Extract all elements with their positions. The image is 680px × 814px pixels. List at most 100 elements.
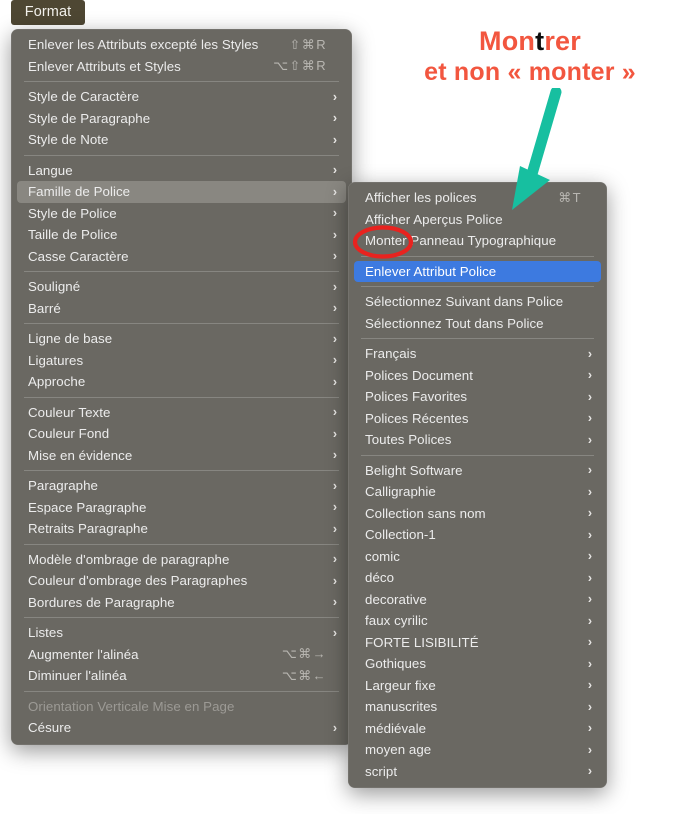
menu-item-label: comic	[365, 548, 400, 564]
chevron-right-icon: ›	[332, 331, 337, 346]
chevron-right-icon: ›	[587, 678, 592, 692]
menu-item-ligatures[interactable]: Ligatures ›	[17, 350, 346, 372]
menu-item-calligraphie[interactable]: Calligraphie ›	[354, 481, 601, 503]
menu-item-script[interactable]: script ›	[354, 761, 601, 783]
menu-item-largeur-fixe[interactable]: Largeur fixe ›	[354, 675, 601, 697]
menu-item-mod-le-d-ombrage-de-paragraphe[interactable]: Modèle d'ombrage de paragraphe ›	[17, 549, 346, 571]
menu-item-label: Sélectionnez Tout dans Police	[365, 315, 544, 331]
menu-item-afficher-les-polices[interactable]: Afficher les polices ⌘T	[354, 187, 601, 209]
menu-item-espace-paragraphe[interactable]: Espace Paragraphe ›	[17, 497, 346, 519]
menu-item-shortcut: ⌘T	[558, 189, 582, 205]
menu-item-style-de-caract-re[interactable]: Style de Caractère ›	[17, 86, 346, 108]
menu-item-belight-software[interactable]: Belight Software ›	[354, 460, 601, 482]
chevron-right-icon: ›	[332, 353, 337, 367]
menu-item-listes[interactable]: Listes ›	[17, 622, 346, 644]
menu-item-fran-ais[interactable]: Français ›	[354, 343, 601, 365]
menu-item-style-de-police[interactable]: Style de Police ›	[17, 203, 346, 225]
menu-item-famille-de-police[interactable]: Famille de Police ›	[17, 181, 346, 203]
menu-item-decorative[interactable]: decorative ›	[354, 589, 601, 611]
menu-item-faux-cyrilic[interactable]: faux cyrilic ›	[354, 610, 601, 632]
menu-item-approche[interactable]: Approche ›	[17, 371, 346, 393]
menu-item-label: Famille de Police	[28, 184, 131, 200]
menu-item-monter-panneau-typographique[interactable]: Monter Panneau Typographique	[354, 230, 601, 252]
menu-item-s-lectionnez-tout-dans-police[interactable]: Sélectionnez Tout dans Police	[354, 313, 601, 335]
chevron-right-icon: ›	[587, 346, 592, 361]
menu-item-diminuer-l-alin-a[interactable]: Diminuer l'alinéa ⌥⌘←	[17, 665, 346, 687]
menu-item-label: Augmenter l'alinéa	[28, 646, 139, 662]
menu-item-barr[interactable]: Barré ›	[17, 298, 346, 320]
menu-item-style-de-note[interactable]: Style de Note ›	[17, 129, 346, 151]
annotation-line-1: Montrer	[382, 26, 678, 58]
menu-item-gothiques[interactable]: Gothiques ›	[354, 653, 601, 675]
menu-item-s-lectionnez-suivant-dans-police[interactable]: Sélectionnez Suivant dans Police	[354, 291, 601, 313]
menu-item-label: Collection sans nom	[365, 505, 486, 521]
menu-item-afficher-aper-us-police[interactable]: Afficher Aperçus Police	[354, 209, 601, 231]
menu-item-moyen-age[interactable]: moyen age ›	[354, 739, 601, 761]
chevron-right-icon: ›	[332, 521, 337, 536]
chevron-right-icon: ›	[332, 206, 337, 220]
menu-item-d-co[interactable]: déco ›	[354, 567, 601, 589]
menu-item-bordures-de-paragraphe[interactable]: Bordures de Paragraphe ›	[17, 592, 346, 614]
menu-item-label: decorative	[365, 591, 427, 607]
menu-item-casse-caract-re[interactable]: Casse Caractère ›	[17, 246, 346, 268]
chevron-right-icon: ›	[587, 635, 592, 649]
menu-item-label: Style de Paragraphe	[28, 110, 151, 126]
chevron-right-icon: ›	[587, 592, 592, 606]
menu-item-style-de-paragraphe[interactable]: Style de Paragraphe ›	[17, 108, 346, 130]
chevron-right-icon: ›	[332, 720, 337, 735]
chevron-right-icon: ›	[332, 405, 337, 419]
menu-item-polices-favorites[interactable]: Polices Favorites ›	[354, 386, 601, 408]
menu-item-label: Césure	[28, 720, 72, 736]
menu-item-label: Souligné	[28, 279, 81, 295]
menu-item-couleur-fond[interactable]: Couleur Fond ›	[17, 423, 346, 445]
menu-item-taille-de-police[interactable]: Taille de Police ›	[17, 224, 346, 246]
menu-item-orientation-verticale-mise-en-page: Orientation Verticale Mise en Page	[17, 696, 346, 718]
menu-item-polices-document[interactable]: Polices Document ›	[354, 365, 601, 387]
menu-item-soulign[interactable]: Souligné ›	[17, 276, 346, 298]
menubar-item-format[interactable]: Format	[11, 0, 85, 25]
menu-item-label: faux cyrilic	[365, 613, 428, 629]
menu-item-label: Barré	[28, 300, 61, 316]
menu-item-couleur-texte[interactable]: Couleur Texte ›	[17, 402, 346, 424]
menu-item-forte-lisibilit[interactable]: FORTE LISIBILITÉ ›	[354, 632, 601, 654]
chevron-right-icon: ›	[587, 721, 592, 735]
menu-separator	[24, 323, 339, 324]
chevron-right-icon: ›	[332, 573, 337, 588]
menu-item-enlever-attributs-et-styles[interactable]: Enlever Attributs et Styles ⌥⇧⌘R	[17, 56, 346, 78]
menu-item-label: Style de Note	[28, 132, 109, 148]
menu-separator	[361, 255, 594, 257]
menu-item-m-di-vale[interactable]: médiévale ›	[354, 718, 601, 740]
menu-item-toutes-polices[interactable]: Toutes Polices ›	[354, 429, 601, 451]
menu-item-label: Style de Police	[28, 205, 117, 221]
font-family-submenu-panel[interactable]: Afficher les polices ⌘T Afficher Aperçus P…	[348, 182, 607, 788]
menu-item-mise-en-vidence[interactable]: Mise en évidence ›	[17, 445, 346, 467]
chevron-right-icon: ›	[332, 625, 337, 640]
menu-item-label: manuscrites	[365, 699, 438, 715]
menu-item-label: Listes	[28, 625, 64, 641]
menu-item-ligne-de-base[interactable]: Ligne de base ›	[17, 328, 346, 350]
menu-item-polices-r-centes[interactable]: Polices Récentes ›	[354, 408, 601, 430]
chevron-right-icon: ›	[587, 656, 592, 671]
menu-item-langue[interactable]: Langue ›	[17, 160, 346, 182]
menu-item-augmenter-l-alin-a[interactable]: Augmenter l'alinéa ⌥⌘→	[17, 644, 346, 666]
menu-item-enlever-attribut-police[interactable]: Enlever Attribut Police	[354, 260, 601, 282]
menu-item-couleur-d-ombrage-des-paragraphes[interactable]: Couleur d'ombrage des Paragraphes ›	[17, 570, 346, 592]
menu-item-enlever-les-attributs-except-les-styles[interactable]: Enlever les Attributs excepté les Styles…	[17, 34, 346, 56]
annotation-line-2: et non « monter »	[424, 57, 636, 86]
chevron-right-icon: ›	[587, 742, 592, 757]
menu-item-label: Polices Favorites	[365, 389, 468, 405]
menu-item-c-sure[interactable]: Césure ›	[17, 717, 346, 739]
menu-item-retraits-paragraphe[interactable]: Retraits Paragraphe ›	[17, 518, 346, 540]
menu-separator	[24, 396, 339, 398]
menu-item-label: Bordures de Paragraphe	[28, 594, 175, 610]
menu-item-label: Largeur fixe	[365, 677, 436, 693]
format-menu-panel[interactable]: Enlever les Attributs excepté les Styles…	[11, 29, 352, 745]
menu-item-label: Français	[365, 346, 417, 362]
menu-item-collection-1[interactable]: Collection-1 ›	[354, 524, 601, 546]
menu-item-collection-sans-nom[interactable]: Collection sans nom ›	[354, 503, 601, 525]
menu-item-comic[interactable]: comic ›	[354, 546, 601, 568]
menu-item-manuscrites[interactable]: manuscrites ›	[354, 696, 601, 718]
menu-item-label: Style de Caractère	[28, 89, 140, 105]
annotation-line1-before: Mon	[479, 26, 536, 56]
menu-item-paragraphe[interactable]: Paragraphe ›	[17, 475, 346, 497]
